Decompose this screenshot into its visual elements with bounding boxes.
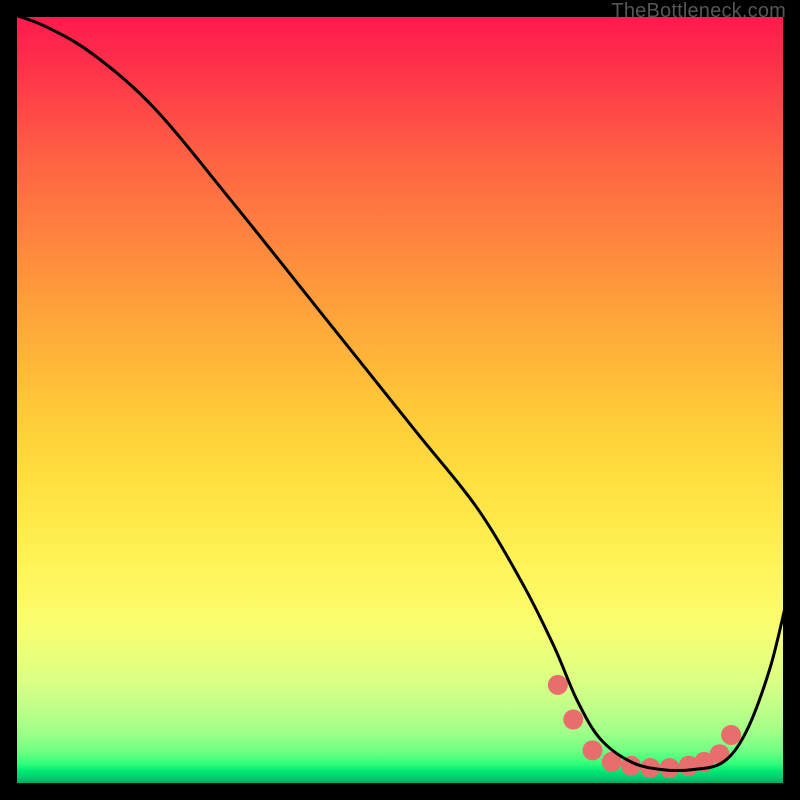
chart-stage: TheBottleneck.com [0, 0, 800, 800]
gradient-plot-background [15, 15, 785, 785]
attribution-text: TheBottleneck.com [611, 0, 786, 23]
